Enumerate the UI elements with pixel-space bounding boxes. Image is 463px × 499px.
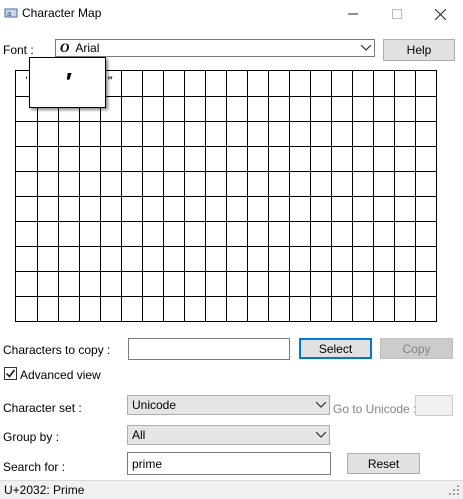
resize-grip-icon[interactable]: [448, 484, 460, 496]
go-to-unicode-label: Go to Unicode :: [333, 402, 417, 416]
go-to-unicode-input[interactable]: [415, 395, 453, 416]
chevron-down-icon: [358, 40, 374, 56]
reset-button[interactable]: Reset: [347, 453, 420, 474]
checkmark-icon: [5, 369, 16, 378]
group-by-value: All: [132, 428, 146, 442]
character-set-value: Unicode: [132, 398, 177, 412]
advanced-view-checkbox[interactable]: [4, 367, 17, 380]
chevron-down-icon: [313, 396, 329, 414]
characters-to-copy-input[interactable]: [128, 338, 290, 360]
character-set-label: Character set :: [3, 401, 82, 415]
character-map-app-icon: a: [4, 8, 18, 18]
select-button[interactable]: Select: [299, 338, 372, 359]
minimize-button[interactable]: [330, 0, 375, 28]
copy-button[interactable]: Copy: [380, 338, 453, 359]
character-grid-lines: [16, 71, 436, 321]
help-button[interactable]: Help: [383, 39, 455, 61]
font-dropdown-value: Arial: [75, 41, 100, 55]
close-button[interactable]: [418, 0, 463, 28]
chevron-down-icon: [313, 426, 329, 444]
window-title: Character Map: [22, 6, 102, 20]
advanced-view-label: Advanced view: [20, 368, 101, 382]
close-icon: [435, 8, 446, 20]
status-text: U+2032: Prime: [4, 483, 85, 497]
minimize-icon: [347, 13, 358, 15]
character-set-dropdown[interactable]: Unicode: [127, 395, 330, 415]
svg-text:a: a: [7, 10, 11, 18]
maximize-button[interactable]: [374, 0, 419, 28]
opentype-font-icon: O: [60, 40, 70, 55]
selected-character-zoom: ′: [29, 57, 106, 108]
characters-to-copy-label: Characters to copy :: [3, 343, 111, 357]
search-input[interactable]: prime: [127, 452, 331, 475]
group-by-label: Group by :: [3, 430, 60, 444]
maximize-icon: [391, 9, 402, 19]
font-dropdown[interactable]: O Arial: [55, 39, 375, 57]
search-for-label: Search for :: [3, 460, 66, 474]
group-by-dropdown[interactable]: All: [127, 425, 330, 445]
font-label: Font :: [3, 43, 34, 57]
